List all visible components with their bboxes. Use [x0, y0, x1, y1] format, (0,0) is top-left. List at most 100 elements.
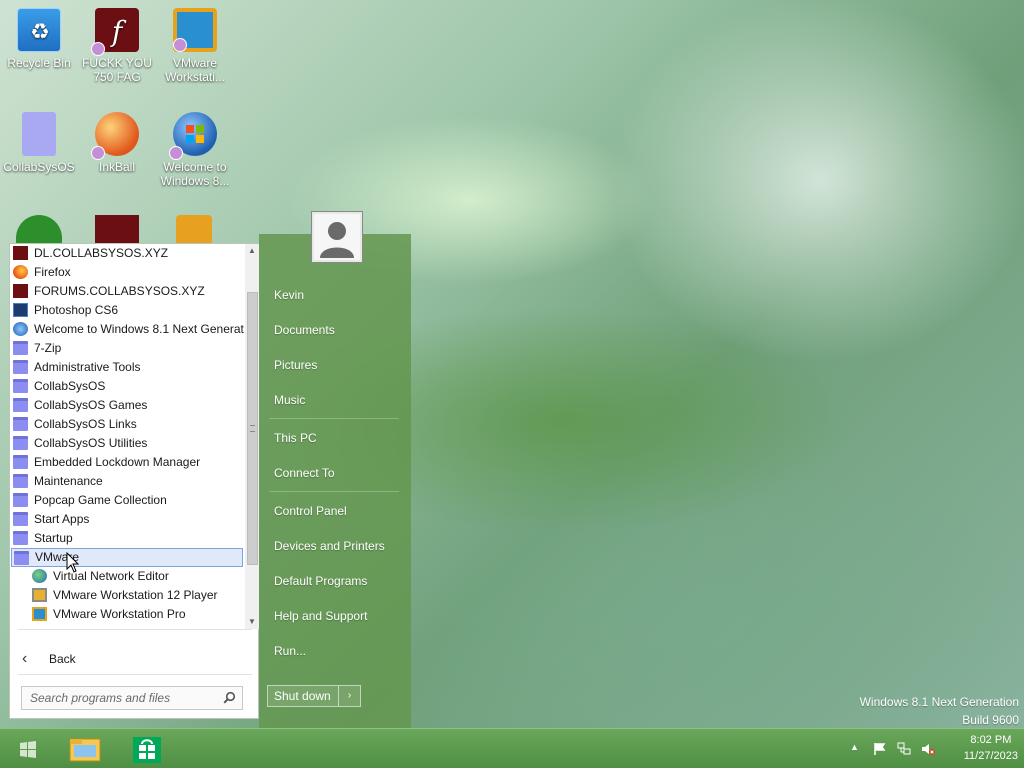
recycle-bin-icon: ♻ [17, 8, 61, 52]
start-item-pictures[interactable]: Pictures [274, 356, 404, 374]
desktop-icon-label: Welcome to Windows 8... [160, 160, 230, 188]
program-item[interactable]: VMware Workstation Pro [10, 605, 244, 624]
search-icon[interactable] [223, 691, 236, 704]
program-folder[interactable]: Embedded Lockdown Manager [10, 453, 244, 472]
folder-icon [13, 379, 28, 393]
folder-icon [13, 455, 28, 469]
program-item[interactable]: DL.COLLABSYSOS.XYZ [10, 244, 244, 263]
flash-icon[interactable] [95, 215, 139, 243]
action-center-flag-icon[interactable] [873, 742, 887, 756]
windows-logo-icon [13, 322, 28, 336]
search-input[interactable] [22, 687, 218, 709]
program-label: VMware Workstation 12 Player [53, 588, 218, 602]
photoshop-icon [13, 303, 28, 317]
program-folder[interactable]: Maintenance [10, 472, 244, 491]
desktop-icon-welcome[interactable]: Welcome to Windows 8... [157, 112, 233, 188]
start-menu-places-pane: Kevin Documents Pictures Music This PC C… [259, 212, 411, 728]
scroll-thumb[interactable] [247, 292, 258, 565]
chevron-left-icon: ‹ [22, 650, 28, 667]
desktop-icon-inkball[interactable]: InkBall [79, 112, 155, 174]
windows-start-icon [20, 741, 36, 758]
program-label: Embedded Lockdown Manager [34, 455, 201, 469]
volume-muted-icon[interactable] [921, 742, 935, 756]
all-programs-list: DL.COLLABSYSOS.XYZ Firefox FORUMS.COLLAB… [10, 244, 244, 629]
program-item[interactable]: Photoshop CS6 [10, 301, 244, 320]
program-folder[interactable]: CollabSysOS Games [10, 396, 244, 415]
program-label: Photoshop CS6 [34, 303, 119, 317]
os-watermark-edition: Windows 8.1 Next Generation [859, 695, 1019, 709]
program-item[interactable]: FORUMS.COLLABSYSOS.XYZ [10, 282, 244, 301]
program-folder[interactable]: Start Apps [10, 510, 244, 529]
taskbar-file-explorer[interactable] [64, 733, 106, 765]
program-label: Popcap Game Collection [34, 493, 167, 507]
folder-icon [13, 417, 28, 431]
network-editor-icon [32, 569, 47, 583]
desktop-icon-label: VMware Workstati... [165, 56, 225, 84]
folder-icon [13, 474, 28, 488]
program-item[interactable]: VMware Workstation 12 Player [10, 586, 244, 605]
start-item-user[interactable]: Kevin [274, 286, 404, 304]
start-item-run[interactable]: Run... [274, 642, 404, 660]
show-hidden-icons-chevron-icon[interactable]: ▲ [850, 742, 864, 756]
start-item-documents[interactable]: Documents [274, 321, 404, 339]
program-folder[interactable]: Administrative Tools [10, 358, 244, 377]
program-folder-vmware-selected[interactable]: VMware [11, 548, 243, 567]
folder-icon [13, 360, 28, 374]
program-folder[interactable]: CollabSysOS [10, 377, 244, 396]
store-bag-icon [133, 737, 161, 763]
program-item[interactable]: Virtual Network Editor [10, 567, 244, 586]
network-icon[interactable] [897, 742, 911, 756]
shortcut-arrow-icon [91, 42, 105, 56]
program-folder[interactable]: CollabSysOS Links [10, 415, 244, 434]
program-item[interactable]: Firefox [10, 263, 244, 282]
desktop-icon-collabsysos[interactable]: CollabSysOS [1, 112, 77, 174]
program-label: 7-Zip [34, 341, 62, 355]
start-button[interactable] [10, 733, 46, 765]
desktop-icon-label: InkBall [98, 160, 136, 174]
program-item[interactable]: Welcome to Windows 8.1 Next Generati [10, 320, 244, 339]
program-folder[interactable]: Startup [10, 529, 244, 548]
start-item-devices-printers[interactable]: Devices and Printers [274, 537, 404, 555]
program-folder[interactable]: Popcap Game Collection [10, 491, 244, 510]
back-button[interactable]: ‹ Back [18, 648, 218, 670]
program-label: Start Apps [34, 512, 90, 526]
desktop-icon-flash[interactable]: f FUCKK YOU 750 FAG [79, 8, 155, 84]
start-item-music[interactable]: Music [274, 391, 404, 409]
program-label: CollabSysOS Utilities [34, 436, 148, 450]
user-silhouette-icon [320, 222, 354, 258]
divider [269, 491, 399, 492]
scroll-up-arrow-icon[interactable]: ▲ [245, 244, 259, 258]
user-avatar[interactable] [312, 212, 362, 262]
app-icon[interactable] [176, 215, 212, 243]
start-item-this-pc[interactable]: This PC [274, 429, 404, 447]
os-watermark-build: Build 9600 [962, 713, 1019, 727]
divider [269, 418, 399, 419]
system-clock[interactable]: 8:02 PM 11/27/2023 [964, 732, 1018, 764]
program-label: Welcome to Windows 8.1 Next Generati [34, 322, 244, 336]
folder-icon [14, 551, 29, 565]
folder-icon [13, 398, 28, 412]
start-item-help-support[interactable]: Help and Support [274, 607, 404, 625]
search-box[interactable] [21, 686, 243, 710]
programs-scrollbar[interactable]: ▲ ▼ [245, 244, 259, 629]
taskbar-store[interactable] [126, 733, 168, 765]
utorrent-icon[interactable] [16, 215, 62, 243]
program-folder[interactable]: 7-Zip [10, 339, 244, 358]
program-folder[interactable]: CollabSysOS Utilities [10, 434, 244, 453]
shortcut-arrow-icon [173, 38, 187, 52]
start-item-connect-to[interactable]: Connect To [274, 464, 404, 482]
desktop-icon-recycle-bin[interactable]: ♻ Recycle Bin [1, 8, 77, 70]
folder-icon [13, 436, 28, 450]
desktop-icon-label: CollabSysOS [3, 160, 75, 174]
program-label: Administrative Tools [34, 360, 141, 374]
start-item-control-panel[interactable]: Control Panel [274, 502, 404, 520]
scroll-down-arrow-icon[interactable]: ▼ [245, 615, 259, 629]
chevron-right-icon[interactable]: › [338, 686, 360, 706]
program-label: VMware Workstation Pro [53, 607, 186, 621]
start-item-default-programs[interactable]: Default Programs [274, 572, 404, 590]
divider [18, 674, 252, 675]
desktop-icon-vmware[interactable]: VMware Workstati... [157, 8, 233, 84]
shortcut-arrow-icon [169, 146, 183, 160]
shutdown-label: Shut down [274, 689, 331, 703]
shutdown-button[interactable]: Shut down › [267, 685, 361, 707]
